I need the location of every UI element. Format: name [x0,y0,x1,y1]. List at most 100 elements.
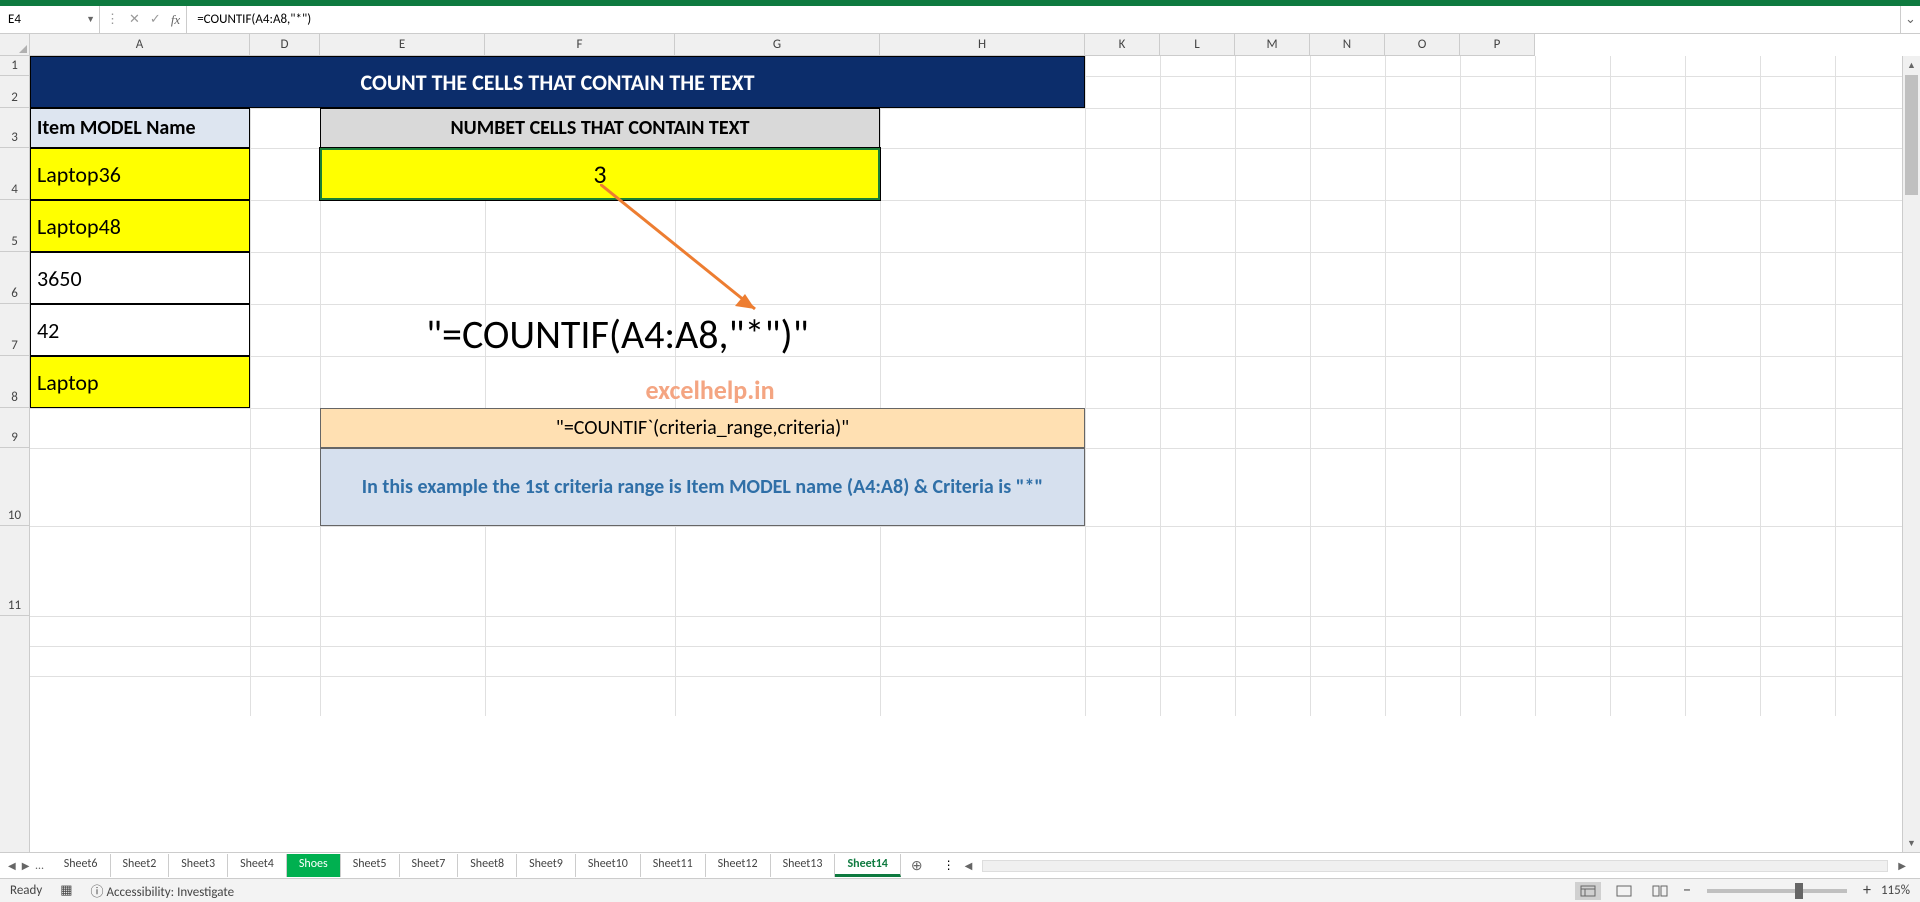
sheet-tab-sheet8[interactable]: Sheet8 [458,854,517,877]
accept-icon[interactable]: ✓ [150,12,161,27]
sheet-tabs-bar: ◀ ▶ … Sheet6Sheet2Sheet3Sheet4ShoesSheet… [0,852,1920,878]
sheet-tab-sheet11[interactable]: Sheet11 [641,854,706,877]
arrow-annotation [600,184,780,324]
cell-e4-result[interactable]: 3 [320,148,880,200]
sheet-tab-sheet13[interactable]: Sheet13 [771,854,836,877]
view-page-break-icon[interactable] [1647,882,1673,900]
tab-nav: ◀ ▶ … [0,859,52,873]
col-header-D[interactable]: D [250,34,320,55]
sheet-tab-sheet3[interactable]: Sheet3 [169,854,228,877]
name-box[interactable]: E4 ▼ [0,6,100,33]
accessibility-status[interactable]: ⓘ Accessibility: Investigate [91,881,235,900]
sheet-tab-sheet2[interactable]: Sheet2 [111,854,170,877]
column-headers: ADEFGHKLMNOP [30,34,1535,56]
explain-box: In this example the 1st criteria range i… [320,448,1085,526]
formula-text: =COUNTIF(A4:A8,"*") [197,12,311,27]
col-header-A[interactable]: A [30,34,250,55]
col-header-H[interactable]: H [880,34,1085,55]
cancel-icon[interactable]: ✕ [129,12,140,27]
tab-next-icon[interactable]: ▶ [22,859,30,872]
col-header-L[interactable]: L [1160,34,1235,55]
title-banner: COUNT THE CELLS THAT CONTAIN THE TEXT [30,56,1085,108]
horizontal-scroll: ⋮ ◀ ▶ [933,858,1920,873]
zoom-in-button[interactable]: + [1863,881,1871,900]
syntax-box: "=COUNTIF`(criteria_range,criteria)" [320,408,1085,448]
sheet-tab-sheet4[interactable]: Sheet4 [228,854,287,877]
row-header-2[interactable]: 2 [0,76,29,108]
col-header-E[interactable]: E [320,34,485,55]
row-header-7[interactable]: 7 [0,304,29,356]
hscroll-track[interactable] [982,860,1888,872]
sheet-tab-sheet10[interactable]: Sheet10 [576,854,641,877]
col-header-N[interactable]: N [1310,34,1385,55]
vertical-scrollbar[interactable]: ▲ ▼ [1902,56,1920,852]
row-header-1[interactable]: 1 [0,56,29,76]
row-header-8[interactable]: 8 [0,356,29,408]
view-normal-icon[interactable] [1575,882,1601,900]
formula-bar: E4 ▼ ⋮ ✕ ✓ fx =COUNTIF(A4:A8,"*") ⌄ [0,6,1920,34]
view-page-layout-icon[interactable] [1611,882,1637,900]
hscroll-right-icon[interactable]: ▶ [1894,859,1910,872]
hscroll-left-icon[interactable]: ◀ [961,859,977,872]
tab-more-icon[interactable]: … [35,859,43,873]
cell-a8[interactable]: Laptop [30,356,250,408]
sheet-tab-sheet9[interactable]: Sheet9 [517,854,576,877]
col-header-O[interactable]: O [1385,34,1460,55]
scroll-track[interactable] [1903,196,1920,834]
zoom-out-button[interactable]: − [1683,881,1691,900]
cell-a6[interactable]: 3650 [30,252,250,304]
header-a-text: Item MODEL Name [37,116,196,140]
title-text: COUNT THE CELLS THAT CONTAIN THE TEXT [361,69,755,96]
sheet-tab-shoes[interactable]: Shoes [287,854,341,877]
scroll-thumb[interactable] [1905,75,1918,195]
header-count-text: NUMBET CELLS THAT CONTAIN TEXT [320,108,880,148]
sheet-tab-sheet12[interactable]: Sheet12 [706,854,771,877]
row-header-11[interactable]: 11 [0,526,29,616]
chevron-down-icon[interactable]: ▼ [86,14,95,25]
hscroll-handle-icon[interactable]: ⋮ [943,858,955,873]
sheet-tab-sheet5[interactable]: Sheet5 [341,854,400,877]
col-header-K[interactable]: K [1085,34,1160,55]
status-ready: Ready [10,883,42,898]
zoom-slider[interactable] [1707,889,1847,893]
status-right: − + 115% [1575,881,1910,900]
col-header-M[interactable]: M [1235,34,1310,55]
tabs-container: Sheet6Sheet2Sheet3Sheet4ShoesSheet5Sheet… [52,854,901,877]
excel-app: E4 ▼ ⋮ ✕ ✓ fx =COUNTIF(A4:A8,"*") ⌄ ADEF… [0,0,1920,902]
col-header-P[interactable]: P [1460,34,1535,55]
formula-expand-icon[interactable]: ⌄ [1900,6,1920,33]
sheet-tab-sheet14[interactable]: Sheet14 [835,854,900,877]
big-formula-text: "=COUNTIF(A4:A8,"*")" [420,304,1120,364]
sheet-area: ADEFGHKLMNOP 1234567891011 COUNT THE CEL… [0,34,1920,852]
row-header-3[interactable]: 3 [0,108,29,148]
row-header-4[interactable]: 4 [0,148,29,200]
formula-input[interactable]: =COUNTIF(A4:A8,"*") [187,6,1900,33]
select-all-corner[interactable] [0,34,30,56]
add-sheet-button[interactable]: ⊕ [901,857,933,874]
row-header-5[interactable]: 5 [0,200,29,252]
header-item-model: Item MODEL Name [30,108,250,148]
col-header-G[interactable]: G [675,34,880,55]
macro-icon[interactable]: ▦ [60,883,72,898]
zoom-handle[interactable] [1795,883,1803,899]
row-header-10[interactable]: 10 [0,448,29,526]
sheet-tab-sheet7[interactable]: Sheet7 [400,854,459,877]
row-header-6[interactable]: 6 [0,252,29,304]
status-bar: Ready ▦ ⓘ Accessibility: Investigate − +… [0,878,1920,902]
cell-a7[interactable]: 42 [30,304,250,356]
row-headers: 1234567891011 [0,56,30,852]
sheet-tab-sheet6[interactable]: Sheet6 [52,854,111,877]
scroll-down-icon[interactable]: ▼ [1903,834,1920,852]
tab-prev-icon[interactable]: ◀ [8,859,16,872]
watermark: excelhelp.in [560,372,860,408]
col-header-F[interactable]: F [485,34,675,55]
scroll-up-icon[interactable]: ▲ [1903,56,1920,74]
formula-controls: ⋮ ✕ ✓ fx [100,6,187,33]
cell-a5[interactable]: Laptop48 [30,200,250,252]
cell-a4[interactable]: Laptop36 [30,148,250,200]
fx-icon[interactable]: fx [171,12,180,28]
zoom-level[interactable]: 115% [1881,883,1910,898]
cell-grid[interactable]: COUNT THE CELLS THAT CONTAIN THE TEXT It… [30,56,1920,852]
dots-icon[interactable]: ⋮ [106,12,119,27]
row-header-9[interactable]: 9 [0,408,29,448]
